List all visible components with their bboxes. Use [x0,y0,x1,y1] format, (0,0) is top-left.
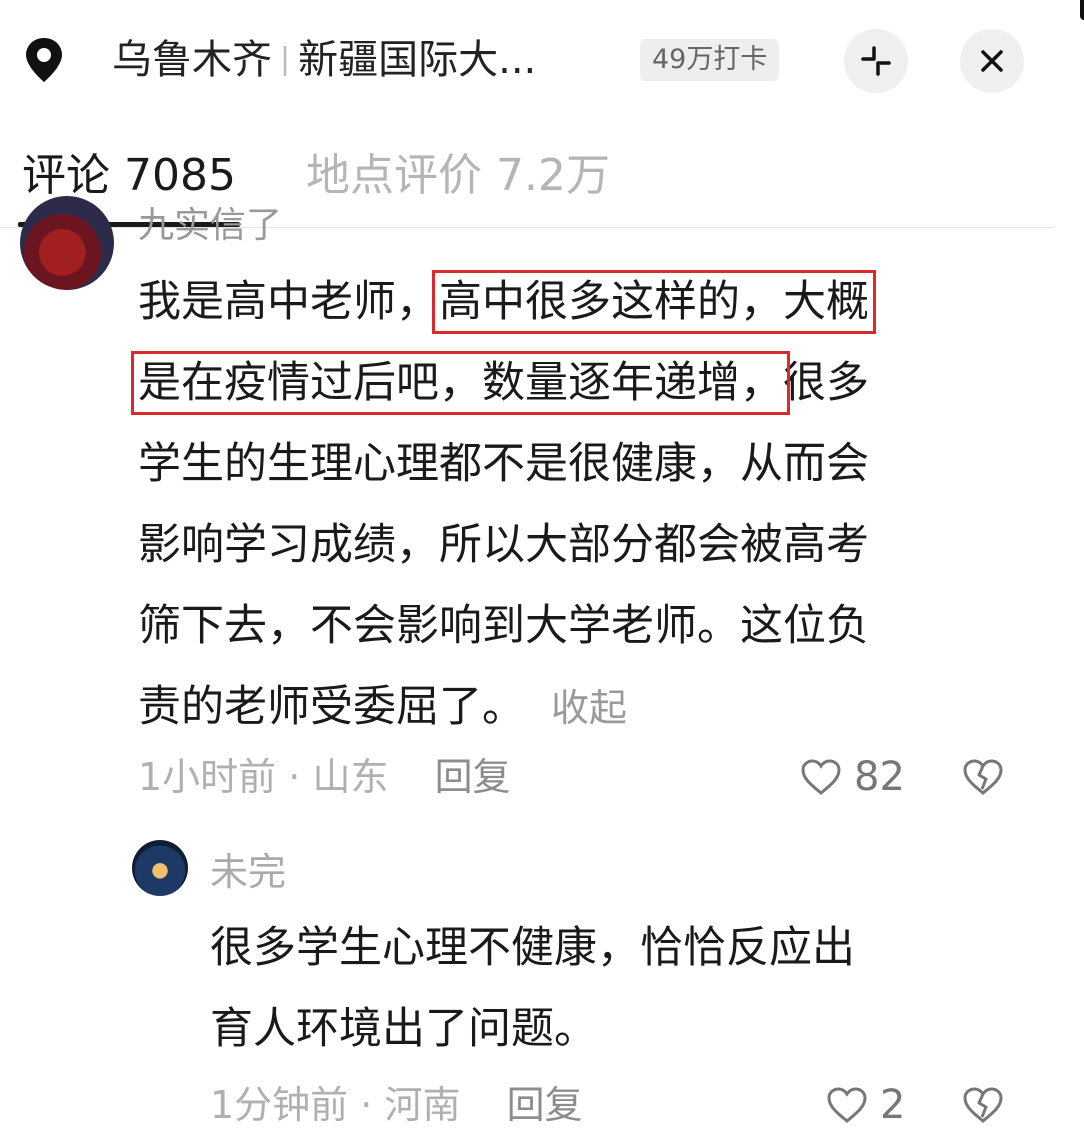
comment-text-segment: 很多 [783,358,869,408]
close-icon [981,50,1003,72]
comment-line: 我是高中老师，高中很多这样的，大概 [138,262,1008,343]
comment-line: 是在疫情过后吧，数量逐年递增，很多 [131,343,1008,424]
location-separator: | [280,42,291,77]
close-button[interactable] [960,29,1024,93]
reply-button[interactable]: 回复 [401,755,511,799]
comment-meta: 1小时前 · 山东 回复 [138,752,511,802]
meta-dot: · [288,755,301,799]
reply-reply-button[interactable]: 回复 [473,1083,583,1127]
collapse-button[interactable] [844,29,908,93]
comment-username[interactable]: 九实信了 [138,206,282,242]
highlighted-text: 是在疫情过后吧，数量逐年递增， [131,351,790,415]
location-header: 乌鲁木齐 | 新疆国际大... 49万打卡 [0,0,1054,120]
checkin-badge: 49万打卡 [640,39,780,81]
location-pin-icon [20,34,68,86]
comment-line: 责的老师受委屈了。 收起 [138,667,1008,748]
meta-dot: · [360,1083,373,1127]
reply-line: 很多学生心理不健康，恰恰反应出 [210,923,855,973]
reply-username[interactable]: 未完 [210,848,286,896]
comment-line: 学生的生理心理都不是很健康，从而会 [138,439,869,489]
comment-text-segment: 责的老师受委屈了。 [138,682,525,732]
avatar[interactable] [20,196,114,290]
dislike-heart-icon[interactable] [962,1086,1004,1124]
like-count: 82 [854,754,905,800]
location-place: 新疆国际大... [298,37,537,83]
comment-line: 筛下去，不会影响到大学老师。这位负 [138,601,869,651]
screen-edge [1054,0,1084,1136]
collapse-link[interactable]: 收起 [525,686,627,730]
collapse-icon [861,46,891,76]
reply-region: 河南 [384,1083,461,1127]
reply-meta: 1分钟前 · 河南 回复 [210,1080,583,1130]
tab-location-reviews[interactable]: 地点评价 7.2万 [306,146,610,206]
comment-region: 山东 [312,755,389,799]
heart-icon [827,1087,867,1123]
location-city: 乌鲁木齐 [112,37,272,83]
comment-line: 影响学习成绩，所以大部分都会被高考 [138,520,869,570]
heart-icon [801,759,841,795]
reply-like-count: 2 [880,1082,906,1128]
comment-time: 1小时前 [138,755,277,799]
location-title[interactable]: 乌鲁木齐 | 新疆国际大... [112,34,536,90]
reply-avatar[interactable] [132,840,188,896]
reply-line: 育人环境出了问题。 [210,1004,597,1054]
reply-text: 很多学生心理不健康，恰恰反应出 育人环境出了问题。 [210,908,1010,1070]
highlighted-text: 高中很多这样的，大概 [432,270,876,334]
comment-text-segment: 我是高中老师， [138,277,439,327]
dislike-heart-icon[interactable] [962,758,1004,796]
comment-text: 我是高中老师，高中很多这样的，大概 是在疫情过后吧，数量逐年递增，很多 学生的生… [131,262,1008,748]
reply-time: 1分钟前 [210,1083,349,1127]
